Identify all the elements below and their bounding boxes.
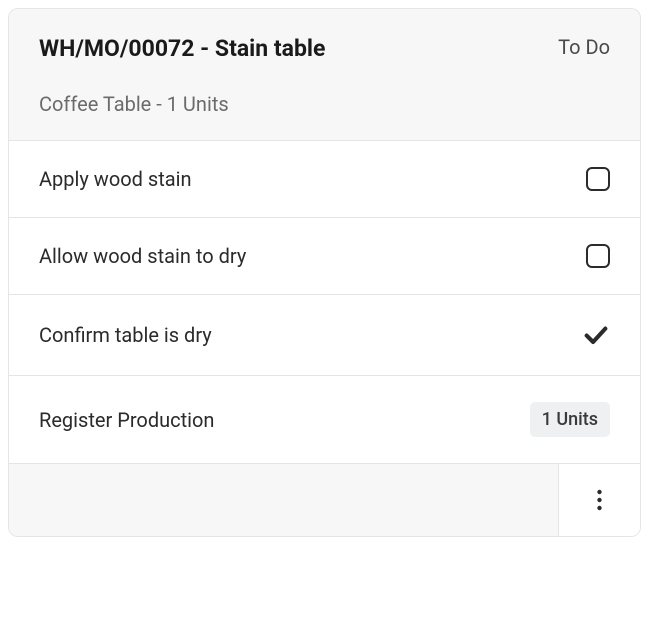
step-label: Allow wood stain to dry	[39, 244, 246, 268]
checkbox-unchecked-icon[interactable]	[586, 244, 610, 268]
step-row[interactable]: Allow wood stain to dry	[9, 218, 640, 295]
header-top-row: WH/MO/00072 - Stain table To Do	[39, 35, 610, 62]
kebab-icon	[597, 489, 602, 511]
checkbox-unchecked-icon[interactable]	[586, 167, 610, 191]
status-label: To Do	[558, 35, 610, 59]
more-actions-button[interactable]	[558, 464, 640, 536]
step-row[interactable]: Apply wood stain	[9, 141, 640, 218]
register-production-row[interactable]: Register Production 1 Units	[9, 376, 640, 464]
card-header: WH/MO/00072 - Stain table To Do Coffee T…	[9, 9, 640, 141]
register-label: Register Production	[39, 408, 214, 432]
work-order-title: WH/MO/00072 - Stain table	[39, 35, 325, 62]
work-order-card: WH/MO/00072 - Stain table To Do Coffee T…	[8, 8, 641, 537]
step-row[interactable]: Confirm table is dry	[9, 295, 640, 376]
check-icon[interactable]	[582, 321, 610, 349]
quantity-badge: 1 Units	[530, 402, 610, 437]
card-footer	[9, 464, 640, 536]
step-label: Apply wood stain	[39, 167, 192, 191]
step-label: Confirm table is dry	[39, 323, 212, 347]
product-subtitle: Coffee Table - 1 Units	[39, 92, 610, 116]
